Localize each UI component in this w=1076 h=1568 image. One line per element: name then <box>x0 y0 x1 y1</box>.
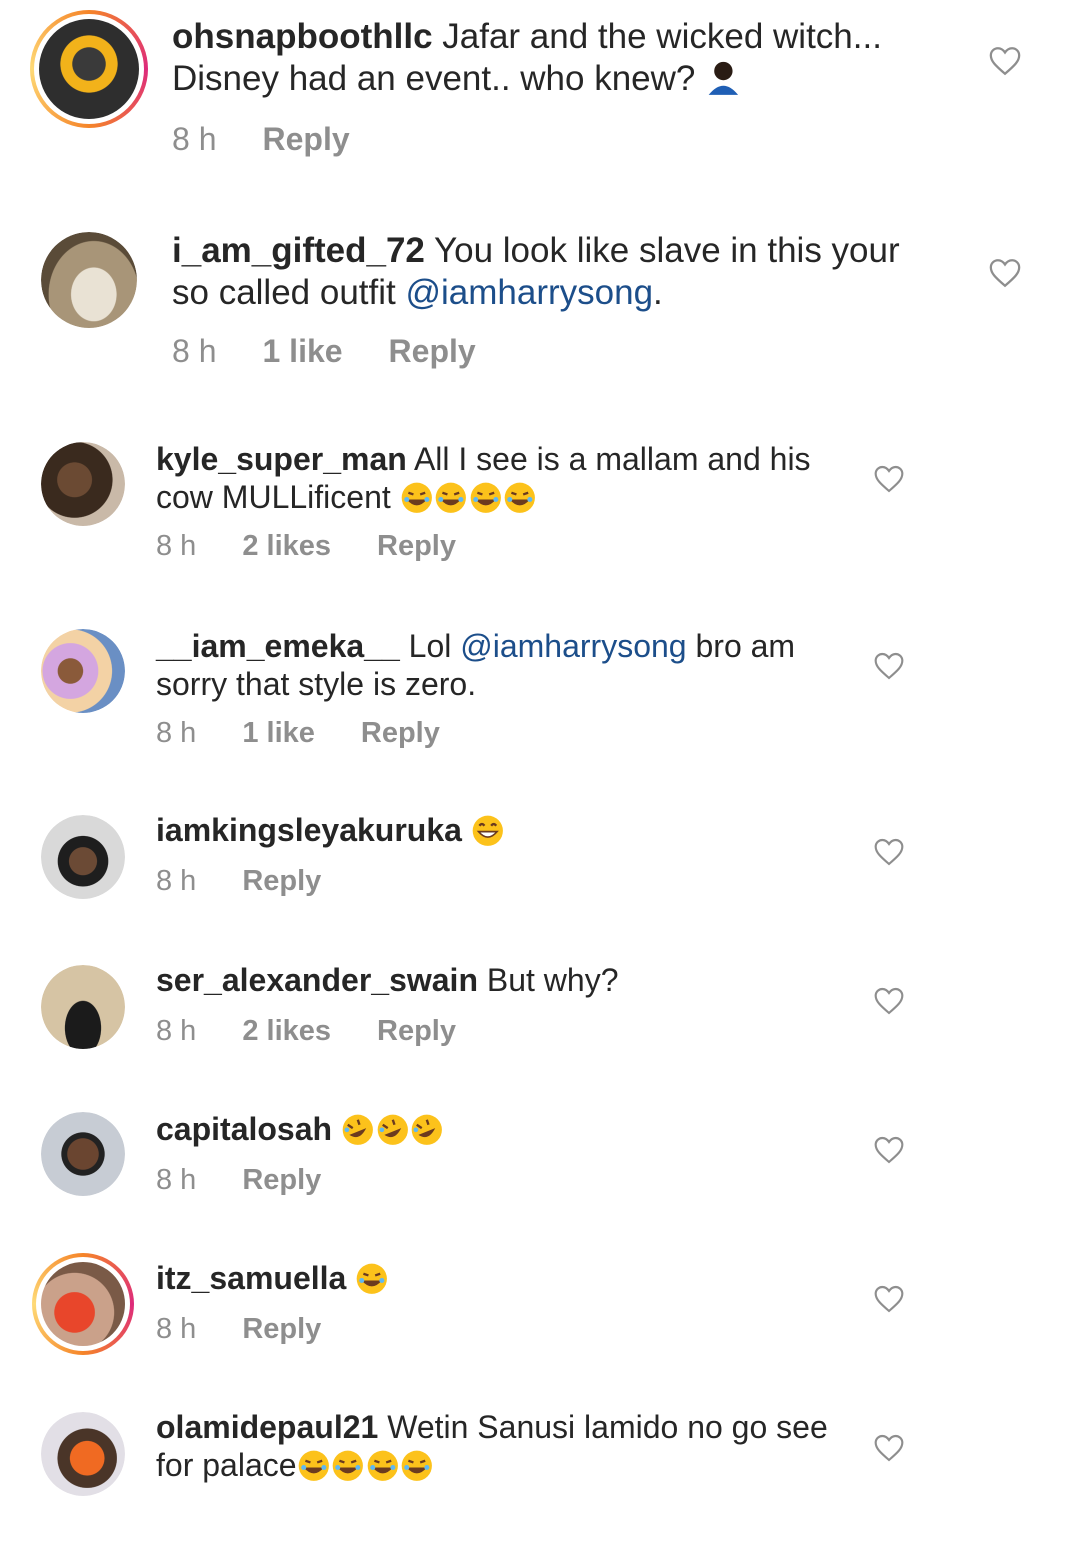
comment-text: Lol <box>399 628 461 664</box>
avatar[interactable] <box>41 1412 125 1496</box>
laugh-emoji <box>503 481 537 515</box>
comment-time: 8 h <box>156 1015 197 1047</box>
heart-icon[interactable] <box>873 1432 905 1464</box>
comment-username[interactable]: i_am_gifted_72 <box>172 231 425 270</box>
grin-emoji <box>471 814 505 848</box>
avatar[interactable] <box>41 442 125 526</box>
avatar[interactable] <box>30 10 148 128</box>
mention-link[interactable]: @iamharrysong <box>405 273 653 312</box>
heart-icon[interactable] <box>988 256 1022 290</box>
comment-username[interactable]: capitalosah <box>156 1111 332 1147</box>
avatar[interactable] <box>41 629 125 713</box>
avatar[interactable] <box>32 1253 134 1355</box>
reply-button[interactable]: Reply <box>389 333 476 370</box>
comment-text <box>346 1260 355 1296</box>
laugh-emoji <box>400 481 434 515</box>
comment-username[interactable]: __iam_emeka__ <box>156 628 400 664</box>
comment-item: capitalosah 8 h Reply <box>0 1104 1076 1244</box>
laugh-emoji <box>434 481 468 515</box>
comment-item: iamkingsleyakuruka 8 h Reply <box>0 805 1076 945</box>
comment-time: 8 h <box>156 530 197 562</box>
comment-text-end: . <box>653 273 663 312</box>
person-emoji <box>705 60 742 97</box>
rofl-emoji <box>410 1113 444 1147</box>
reply-button[interactable]: Reply <box>242 1313 321 1346</box>
comment-username[interactable]: itz_samuella <box>156 1260 346 1296</box>
reply-button[interactable]: Reply <box>242 1164 321 1197</box>
likes-count[interactable]: 1 like <box>242 717 315 750</box>
reply-button[interactable]: Reply <box>262 121 349 158</box>
mention-link[interactable]: @iamharrysong <box>460 628 686 664</box>
heart-icon[interactable] <box>873 985 905 1017</box>
comment-item: ser_alexander_swain But why? 8 h 2 likes… <box>0 955 1076 1095</box>
rofl-emoji <box>376 1113 410 1147</box>
avatar[interactable] <box>41 965 125 1049</box>
reply-button[interactable]: Reply <box>361 717 440 750</box>
rofl-emoji <box>341 1113 375 1147</box>
comment-item: ohsnapboothllc Jafar and the wicked witc… <box>0 0 1076 190</box>
laugh-emoji <box>355 1262 389 1296</box>
comment-item: i_am_gifted_72 You look like slave in th… <box>0 210 1076 400</box>
comment-time: 8 h <box>172 121 217 157</box>
laugh-emoji <box>331 1449 365 1483</box>
laugh-emoji <box>297 1449 331 1483</box>
comment-item: kyle_super_man All I see is a mallam and… <box>0 430 1076 600</box>
comment-time: 8 h <box>172 333 217 369</box>
laugh-emoji <box>469 481 503 515</box>
comment-item: itz_samuella 8 h Reply <box>0 1253 1076 1393</box>
avatar[interactable] <box>41 232 137 328</box>
comment-time: 8 h <box>156 1164 197 1196</box>
comment-item: olamidepaul21 Wetin Sanusi lamido no go … <box>0 1402 1076 1542</box>
comment-username[interactable]: kyle_super_man <box>156 441 407 477</box>
laugh-emoji <box>366 1449 400 1483</box>
comment-username[interactable]: ser_alexander_swain <box>156 962 478 998</box>
avatar[interactable] <box>41 1112 125 1196</box>
reply-button[interactable]: Reply <box>242 865 321 898</box>
avatar[interactable] <box>41 815 125 899</box>
laugh-emoji <box>400 1449 434 1483</box>
heart-icon[interactable] <box>873 650 905 682</box>
heart-icon[interactable] <box>873 463 905 495</box>
reply-button[interactable]: Reply <box>377 530 456 563</box>
comment-text <box>332 1111 341 1147</box>
likes-count[interactable]: 2 likes <box>242 530 331 563</box>
comment-text: But why? <box>477 962 619 998</box>
comment-item: __iam_emeka__ Lol @iamharrysong bro am s… <box>0 617 1076 787</box>
comment-time: 8 h <box>156 717 197 749</box>
comment-time: 8 h <box>156 865 197 897</box>
heart-icon[interactable] <box>873 1283 905 1315</box>
heart-icon[interactable] <box>873 836 905 868</box>
comment-username[interactable]: iamkingsleyakuruka <box>156 812 462 848</box>
heart-icon[interactable] <box>988 44 1022 78</box>
comments-screen: { "comments": [ { "username": "ohsnapboo… <box>0 0 1076 1568</box>
comment-username[interactable]: olamidepaul21 <box>156 1409 378 1445</box>
comment-username[interactable]: ohsnapboothllc <box>172 17 433 56</box>
heart-icon[interactable] <box>873 1134 905 1166</box>
likes-count[interactable]: 1 like <box>262 333 342 370</box>
reply-button[interactable]: Reply <box>377 1015 456 1048</box>
comment-time: 8 h <box>156 1313 197 1345</box>
likes-count[interactable]: 2 likes <box>242 1015 331 1048</box>
comment-text <box>462 812 471 848</box>
